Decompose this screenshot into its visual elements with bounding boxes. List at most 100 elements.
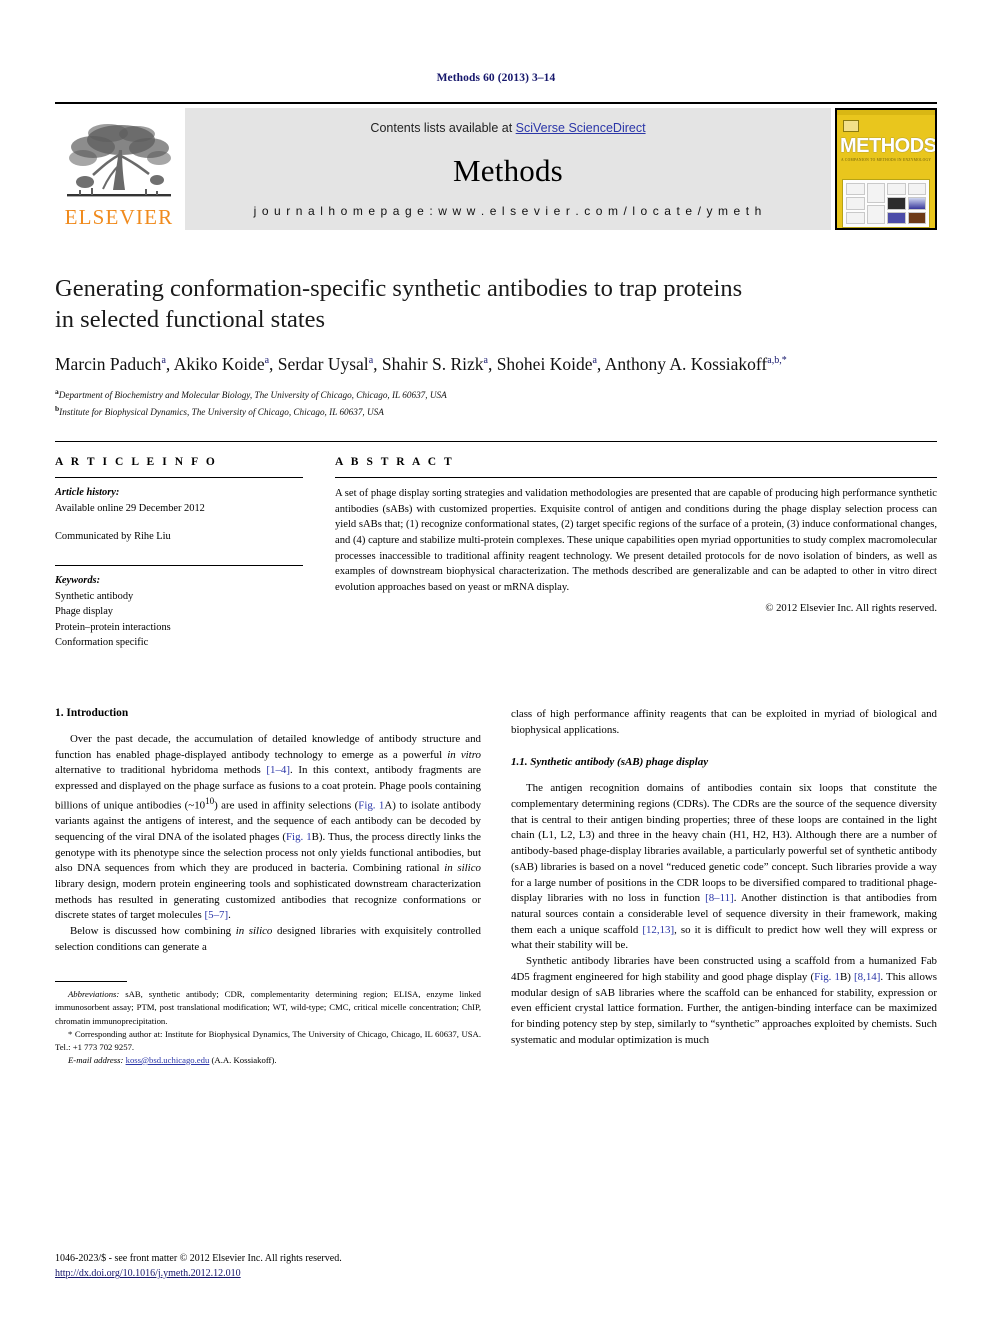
author-name[interactable]: Shohei Koide xyxy=(497,354,593,374)
journal-homepage-line[interactable]: j o u r n a l h o m e p a g e : w w w . … xyxy=(254,204,763,218)
affiliation-item: aDepartment of Biochemistry and Molecula… xyxy=(55,386,937,402)
paragraph-sab-1: The antigen recognition domains of antib… xyxy=(511,781,937,954)
journal-cover-thumbnail[interactable]: METHODS A COMPANION TO METHODS IN ENZYMO… xyxy=(835,108,937,230)
abbreviations-text: sAB, synthetic antibody; CDR, complement… xyxy=(55,989,481,1026)
body-columns: 1. Introduction Over the past decade, th… xyxy=(55,707,937,1067)
paragraph-continuation: class of high performance affinity reage… xyxy=(511,707,937,736)
italic-in-vitro: in vitro xyxy=(447,748,481,761)
affiliation-text: Department of Biochemistry and Molecular… xyxy=(58,390,447,401)
section-heading-introduction: 1. Introduction xyxy=(55,706,129,719)
para-text: alternative to traditional hybridoma met… xyxy=(55,764,267,777)
author-affiliation-mark: a xyxy=(264,354,270,366)
banner-center: Contents lists available at SciVerse Sci… xyxy=(185,108,831,230)
title-block: Generating conformation-specific synthet… xyxy=(55,274,937,419)
para-text: The antigen recognition domains of antib… xyxy=(511,782,937,905)
figure-link[interactable]: Fig. 1 xyxy=(358,799,384,811)
elsevier-wordmark: ELSEVIER xyxy=(64,205,174,229)
body-column-right: class of high performance affinity reage… xyxy=(511,707,937,1067)
cover-title: METHODS xyxy=(840,135,935,158)
author-affiliation-mark: a xyxy=(161,354,166,366)
para-text: ) are used in affinity selections ( xyxy=(214,799,359,812)
para-text: library design, modern protein engineeri… xyxy=(55,877,481,922)
paragraph-sab-2: Synthetic antibody libraries have been c… xyxy=(511,954,937,1048)
abstract-heading: A B S T R A C T xyxy=(335,456,455,469)
para-text: . xyxy=(228,909,231,922)
cover-subtitle: A COMPANION TO METHODS IN ENZYMOLOGY xyxy=(841,158,932,163)
author-affiliation-mark: a xyxy=(592,354,597,366)
page-title: Generating conformation-specific synthet… xyxy=(55,274,937,336)
doi-link[interactable]: http://dx.doi.org/10.1016/j.ymeth.2012.1… xyxy=(55,1268,241,1279)
elsevier-logo: ELSEVIER xyxy=(55,108,183,230)
author-affiliation-mark: a xyxy=(483,354,488,366)
author-name[interactable]: Serdar Uysal xyxy=(278,354,369,374)
body-column-left: 1. Introduction Over the past decade, th… xyxy=(55,707,481,1067)
sciencedirect-link[interactable]: SciVerse ScienceDirect xyxy=(516,121,646,135)
keyword-item: Phage display xyxy=(55,606,114,618)
email-label: E-mail address: xyxy=(68,1054,124,1065)
author-name[interactable]: Akiko Koide xyxy=(174,354,265,374)
article-history-group: Article history: Available online 29 Dec… xyxy=(55,478,303,555)
footnote-email: E-mail address: koss@bsd.uchicago.edu (A… xyxy=(55,1054,481,1067)
author-affiliation-mark: a,b,* xyxy=(767,354,787,366)
title-line-1: Generating conformation-specific synthet… xyxy=(55,275,743,302)
article-info-body: Article history: Available online 29 Dec… xyxy=(55,478,303,651)
para-text: Over the past decade, the accumulation o… xyxy=(55,732,481,761)
email-link[interactable]: koss@bsd.uchicago.edu xyxy=(126,1055,210,1065)
contents-prefix: Contents lists available at xyxy=(370,121,516,135)
para-text: B) xyxy=(840,970,855,983)
info-abstract-block: A R T I C L E I N F O Article history: A… xyxy=(55,441,937,651)
affiliation-list: aDepartment of Biochemistry and Molecula… xyxy=(55,386,937,419)
communicated-by: Communicated by Rihe Liu xyxy=(55,531,171,543)
figure-link[interactable]: Fig. 1 xyxy=(286,831,312,843)
keyword-item: Synthetic antibody xyxy=(55,590,134,602)
affiliation-item: bInstitute for Biophysical Dynamics, The… xyxy=(55,403,937,419)
citation-link[interactable]: [1–4] xyxy=(266,764,290,776)
author-affiliation-mark: a xyxy=(368,354,374,366)
author-name[interactable]: Anthony A. Kossiakoff xyxy=(605,354,768,374)
elsevier-tree-icon xyxy=(67,124,171,197)
keywords-group: Keywords: Synthetic antibody Phage displ… xyxy=(55,564,303,651)
keyword-item: Conformation specific xyxy=(55,637,149,649)
footnote-corresponding-author: * Corresponding author at: Institute for… xyxy=(55,1028,481,1052)
footnote-abbreviations: Abbreviations: sAB, synthetic antibody; … xyxy=(55,988,481,1027)
footnotes-block: Abbreviations: sAB, synthetic antibody; … xyxy=(55,981,481,1066)
citation-link[interactable]: [5–7] xyxy=(205,909,229,921)
paragraph-intro-2: Below is discussed how combining in sili… xyxy=(55,924,481,955)
cover-publisher-icon xyxy=(843,120,859,133)
journal-banner: ELSEVIER Contents lists available at Sci… xyxy=(55,102,937,230)
article-history-label: Article history: xyxy=(55,487,120,499)
subsection-heading-1-1: 1.1. Synthetic antibody (sAB) phage disp… xyxy=(511,756,709,769)
abbreviations-label: Abbreviations: xyxy=(68,989,120,1000)
citation-link[interactable]: [12,13] xyxy=(642,924,674,936)
cover-figure-grid xyxy=(842,179,930,228)
author-list: Marcin Paducha, Akiko Koidea, Serdar Uys… xyxy=(55,353,787,374)
italic-in-silico: in silico xyxy=(235,925,273,938)
contents-lists-line: Contents lists available at SciVerse Sci… xyxy=(370,121,645,135)
para-text: Below is discussed how combining xyxy=(70,925,236,938)
abstract-column: A B S T R A C T A set of phage display s… xyxy=(335,456,937,651)
author-name[interactable]: Marcin Paduch xyxy=(55,354,161,374)
figure-link[interactable]: Fig. 1 xyxy=(814,971,840,983)
running-head: Methods 60 (2013) 3–14 xyxy=(436,72,556,84)
keyword-item: Protein–protein interactions xyxy=(55,621,171,633)
email-attribution: (A.A. Kossiakoff). xyxy=(209,1054,277,1065)
paragraph-intro-1: Over the past decade, the accumulation o… xyxy=(55,732,481,924)
abstract-text: A set of phage display sorting strategie… xyxy=(335,477,937,596)
article-info-heading: A R T I C L E I N F O xyxy=(55,456,218,469)
abstract-copyright: © 2012 Elsevier Inc. All rights reserved… xyxy=(765,602,937,614)
italic-in-silico: in silico xyxy=(444,862,481,875)
issn-copyright-line: 1046-2023/$ - see front matter © 2012 El… xyxy=(55,1253,342,1264)
superscript-exponent: 10 xyxy=(205,795,215,806)
author-name[interactable]: Shahir S. Rizk xyxy=(382,354,484,374)
article-history-value: Available online 29 December 2012 xyxy=(55,502,205,514)
article-info-column: A R T I C L E I N F O Article history: A… xyxy=(55,456,303,651)
keywords-label: Keywords: xyxy=(55,574,101,586)
citation-link[interactable]: [8,14] xyxy=(854,971,880,983)
journal-title: Methods xyxy=(453,152,563,188)
article-page: Methods 60 (2013) 3–14 ELSEVIER Contents… xyxy=(0,0,992,1323)
citation-link[interactable]: [8–11] xyxy=(705,892,734,904)
affiliation-text: Institute for Biophysical Dynamics, The … xyxy=(59,406,384,417)
page-footer: 1046-2023/$ - see front matter © 2012 El… xyxy=(55,1251,342,1281)
footnote-rule xyxy=(55,981,127,983)
title-line-2: in selected functional states xyxy=(55,305,326,333)
